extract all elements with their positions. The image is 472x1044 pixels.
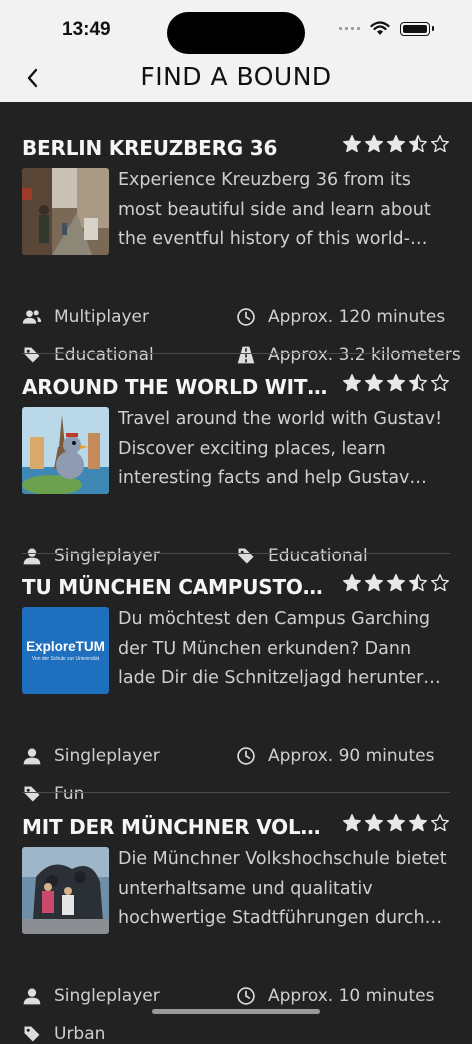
star-full-icon bbox=[365, 374, 383, 392]
star-half-icon bbox=[409, 135, 427, 153]
meta-distance: Approx. 3.2 kilometers bbox=[236, 345, 461, 365]
bound-card-3[interactable]: TU MÜNCHEN CAMPUSTOUR ... ExploreTUM Von… bbox=[22, 573, 450, 804]
battery-tip bbox=[432, 26, 434, 31]
star-full-icon bbox=[343, 574, 361, 592]
card-description: Die Münchner Volkshochschule bietet unte… bbox=[118, 849, 447, 928]
thumb-logo-text: ExploreTUM bbox=[26, 639, 105, 654]
cellular-signal-icon bbox=[339, 27, 360, 30]
meta-text: Fun bbox=[54, 784, 85, 804]
card-title: MIT DER MÜNCHNER VOLKSH... bbox=[22, 815, 332, 839]
card-thumbnail-exploretum: ExploreTUM Von der Schule zur Universitä… bbox=[22, 607, 109, 694]
meta-duration: Approx. 90 minutes bbox=[236, 746, 434, 766]
meta-players: Singleplayer bbox=[22, 986, 160, 1006]
star-empty-icon bbox=[431, 574, 449, 592]
meta-category: Fun bbox=[22, 784, 84, 804]
bound-card-4[interactable]: MIT DER MÜNCHNER VOLKSH... Die Münchner … bbox=[22, 813, 450, 1044]
star-full-icon bbox=[365, 135, 383, 153]
star-full-icon bbox=[387, 135, 405, 153]
card-thumbnail-street bbox=[22, 168, 109, 255]
thumb-logo-subtitle: Von der Schule zur Universität bbox=[31, 656, 100, 662]
meta-text: Urban bbox=[54, 1024, 106, 1044]
star-full-icon bbox=[343, 135, 361, 153]
meta-text: Approx. 10 minutes bbox=[268, 986, 435, 1006]
status-icons bbox=[339, 21, 434, 36]
meta-text: Educational bbox=[54, 345, 154, 365]
star-full-icon bbox=[365, 574, 383, 592]
multiplayer-icon bbox=[22, 310, 42, 324]
rating-stars bbox=[342, 573, 450, 593]
rating-stars bbox=[342, 813, 450, 833]
meta-category: Educational bbox=[22, 345, 154, 365]
card-title: AROUND THE WORLD WITH A... bbox=[22, 375, 332, 399]
rating-stars bbox=[342, 134, 450, 154]
dynamic-island bbox=[167, 12, 305, 54]
clock-icon bbox=[237, 987, 255, 1005]
wifi-icon bbox=[370, 21, 390, 35]
star-full-icon bbox=[387, 374, 405, 392]
card-description: Du möchtest den Campus Garching der TU M… bbox=[118, 609, 431, 688]
meta-text: Singleplayer bbox=[54, 986, 160, 1006]
card-thumbnail-statue bbox=[22, 847, 109, 934]
rating-stars bbox=[342, 373, 450, 393]
card-thumbnail-gustav bbox=[22, 407, 109, 494]
meta-text: Multiplayer bbox=[54, 307, 149, 327]
page-title: FIND A BOUND bbox=[140, 62, 332, 91]
bound-card-1[interactable]: BERLIN KREUZBERG 36 Experience Kreuzberg… bbox=[22, 134, 461, 365]
star-empty-icon bbox=[431, 374, 449, 392]
home-indicator bbox=[152, 1009, 320, 1014]
card-description: Experience Kreuzberg 36 from its most be… bbox=[118, 170, 431, 249]
road-icon bbox=[237, 346, 255, 364]
meta-text: Approx. 90 minutes bbox=[268, 746, 435, 766]
star-half-icon bbox=[409, 574, 427, 592]
meta-players: Multiplayer bbox=[22, 307, 149, 327]
meta-category: Urban bbox=[22, 1024, 105, 1044]
star-full-icon bbox=[343, 814, 361, 832]
star-half-icon bbox=[409, 374, 427, 392]
meta-duration: Approx. 120 minutes bbox=[236, 307, 445, 327]
bound-card-2[interactable]: AROUND THE WORLD WITH A... Travel around… bbox=[22, 373, 450, 566]
meta-text: Approx. 3.2 kilometers bbox=[268, 345, 461, 365]
tag-icon bbox=[238, 548, 254, 564]
status-time: 13:49 bbox=[62, 19, 111, 40]
clock-icon bbox=[237, 308, 255, 326]
singleplayer-icon bbox=[23, 548, 41, 565]
tag-icon bbox=[24, 347, 40, 363]
meta-text: Approx. 120 minutes bbox=[268, 307, 446, 327]
meta-players: Singleplayer bbox=[22, 546, 160, 566]
nav-bar: FIND A BOUND bbox=[0, 60, 472, 102]
card-title: BERLIN KREUZBERG 36 bbox=[22, 136, 278, 160]
clock-icon bbox=[237, 747, 255, 765]
singleplayer-icon bbox=[23, 988, 41, 1005]
star-full-icon bbox=[387, 814, 405, 832]
star-full-icon bbox=[409, 814, 427, 832]
meta-duration: Approx. 10 minutes bbox=[236, 986, 434, 1006]
divider bbox=[22, 792, 450, 793]
battery-icon bbox=[400, 21, 430, 36]
star-full-icon bbox=[387, 574, 405, 592]
star-empty-icon bbox=[431, 135, 449, 153]
star-empty-icon bbox=[431, 814, 449, 832]
card-description: Travel around the world with Gustav! Dis… bbox=[118, 409, 443, 488]
meta-text: Singleplayer bbox=[54, 546, 160, 566]
divider bbox=[22, 353, 450, 354]
star-full-icon bbox=[365, 814, 383, 832]
divider bbox=[22, 553, 450, 554]
meta-players: Singleplayer bbox=[22, 746, 160, 766]
meta-text: Educational bbox=[268, 546, 368, 566]
singleplayer-icon bbox=[23, 748, 41, 765]
tag-icon bbox=[24, 786, 40, 802]
star-full-icon bbox=[343, 374, 361, 392]
tag-icon bbox=[24, 1026, 40, 1042]
meta-text: Singleplayer bbox=[54, 746, 160, 766]
status-bar: 13:49 bbox=[0, 0, 472, 60]
meta-category: Educational bbox=[236, 546, 368, 566]
card-title: TU MÜNCHEN CAMPUSTOUR ... bbox=[22, 575, 332, 599]
